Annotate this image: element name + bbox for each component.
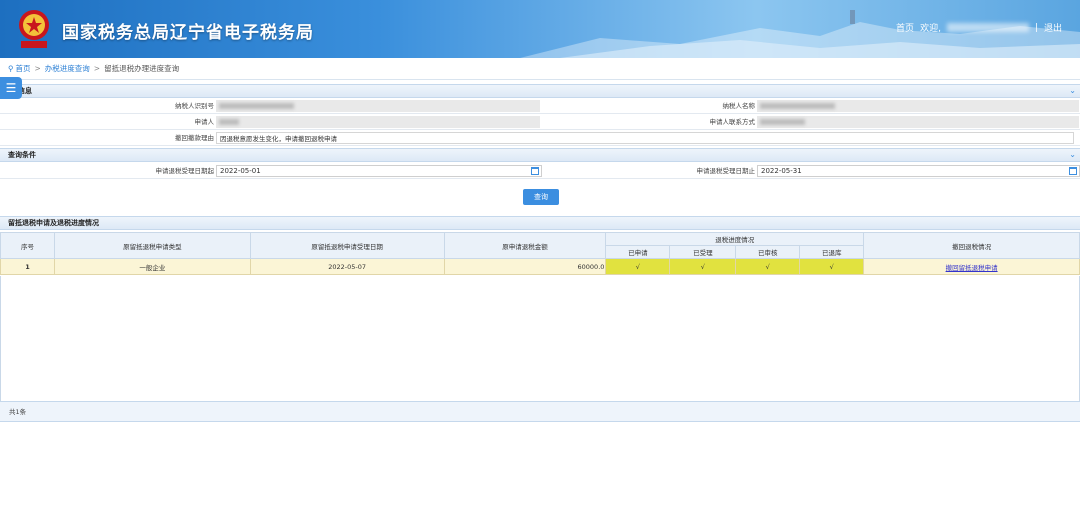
site-header: 国家税务总局辽宁省电子税务局 首页 欢迎, | 退出 — [0, 0, 1080, 58]
collapse-chevron-icon[interactable]: ⌄ — [1069, 85, 1076, 97]
cell-index: 1 — [0, 258, 55, 275]
info-row-1: 纳税人识别号 纳税人名称 — [0, 99, 1080, 114]
cell-progress-reviewed: √ — [735, 258, 801, 275]
col-amount: 原申请退税金额 — [443, 232, 607, 259]
cell-date: 2022-05-07 — [249, 258, 445, 275]
taxpayer-id-field — [216, 100, 540, 112]
results-header: 留抵退税申请及退税进度情况 — [0, 216, 1080, 230]
start-date-value: 2022-05-01 — [220, 167, 261, 175]
calendar-icon[interactable] — [1069, 167, 1077, 175]
col-progress-accepted: 已受理 — [669, 245, 737, 259]
query-row: 申请退税受理日期起 2022-05-01 申请退税受理日期止 2022-05-3… — [0, 164, 1080, 179]
col-progress-applied: 已申请 — [605, 245, 671, 259]
applicant-label: 申请人 — [194, 118, 215, 126]
pagination-bar: 共1条 — [0, 401, 1080, 422]
query-button[interactable]: 查询 — [523, 189, 559, 205]
withdraw-reason-field[interactable]: 因退税意愿发生变化，申请撤回退税申请 — [216, 132, 1074, 144]
sidebar-menu-toggle-icon[interactable]: ☰ — [0, 77, 22, 99]
total-count: 共1条 — [9, 408, 27, 416]
col-withdraw: 撤回退税情况 — [863, 232, 1080, 259]
cell-progress-accepted: √ — [669, 258, 737, 275]
col-date: 原留抵退税申请受理日期 — [249, 232, 445, 259]
withdraw-reason-label: 撤回撤款理由 — [175, 134, 214, 142]
breadcrumb-current: 留抵退税办理进度查询 — [104, 64, 180, 73]
end-date-label: 申请退税受理日期止 — [696, 167, 756, 175]
applicant-contact-label: 申请人联系方式 — [709, 118, 756, 126]
col-progress: 退税进度情况 — [605, 232, 865, 246]
location-pin-icon: ⚲ — [8, 64, 14, 73]
link-separator: | — [1034, 22, 1038, 33]
breadcrumb-home[interactable]: 首页 — [16, 63, 31, 74]
col-index: 序号 — [0, 232, 55, 259]
breadcrumb: ⚲ 首页 > 办税进度查询 > 留抵退税办理进度查询 — [0, 58, 1080, 80]
start-date-label: 申请退税受理日期起 — [155, 167, 215, 175]
query-conditions-header[interactable]: 查询条件 ⌄ — [0, 148, 1080, 162]
col-progress-refunded: 已退库 — [799, 245, 865, 259]
taxpayer-name-label: 纳税人名称 — [722, 102, 756, 110]
end-date-value: 2022-05-31 — [761, 167, 802, 175]
breadcrumb-separator: > — [34, 64, 41, 73]
cell-progress-refunded: √ — [799, 258, 865, 275]
end-date-input[interactable]: 2022-05-31 — [757, 165, 1080, 177]
user-name-redacted — [946, 23, 1029, 32]
results-table: 序号 原留抵退税申请类型 原留抵退税申请受理日期 原申请退税金额 退税进度情况 … — [0, 232, 1080, 275]
cell-type: 一般企业 — [53, 258, 251, 275]
basic-info-header[interactable]: 信息 ⌄ — [0, 84, 1080, 98]
logout-link[interactable]: 退出 — [1044, 21, 1062, 34]
taxpayer-id-label: 纳税人识别号 — [175, 102, 214, 110]
query-conditions-title: 查询条件 — [8, 151, 36, 159]
cell-withdraw: 撤回留抵退税申请 — [863, 258, 1080, 275]
taxpayer-name-field — [757, 100, 1079, 112]
tax-emblem-logo — [19, 10, 49, 48]
applicant-field — [216, 116, 540, 128]
home-link[interactable]: 首页 — [896, 21, 914, 34]
start-date-input[interactable]: 2022-05-01 — [216, 165, 542, 177]
site-title: 国家税务总局辽宁省电子税务局 — [62, 23, 314, 43]
info-row-3: 撤回撤款理由 因退税意愿发生变化，申请撤回退税申请 — [0, 131, 1080, 146]
withdraw-application-link[interactable]: 撤回留抵退税申请 — [946, 264, 998, 272]
cell-amount: 60000.0 — [443, 258, 607, 275]
applicant-contact-field — [757, 116, 1079, 128]
breadcrumb-separator: > — [93, 64, 101, 73]
col-progress-reviewed: 已审核 — [735, 245, 801, 259]
col-type: 原留抵退税申请类型 — [53, 232, 251, 259]
info-row-2: 申请人 申请人联系方式 — [0, 115, 1080, 130]
table-row[interactable]: 1 一般企业 2022-05-07 60000.0 √ √ √ √ 撤回留抵退税… — [0, 258, 1080, 275]
results-title: 留抵退税申请及退税进度情况 — [8, 219, 99, 227]
table-empty-area — [0, 276, 1080, 401]
breadcrumb-progress-query[interactable]: 办税进度查询 — [45, 63, 90, 74]
welcome-text: 欢迎, — [920, 24, 941, 34]
calendar-icon[interactable] — [531, 167, 539, 175]
cell-progress-applied: √ — [605, 258, 671, 275]
top-links: 首页 欢迎, | 退出 — [896, 21, 1062, 35]
collapse-chevron-icon[interactable]: ⌄ — [1069, 149, 1076, 161]
